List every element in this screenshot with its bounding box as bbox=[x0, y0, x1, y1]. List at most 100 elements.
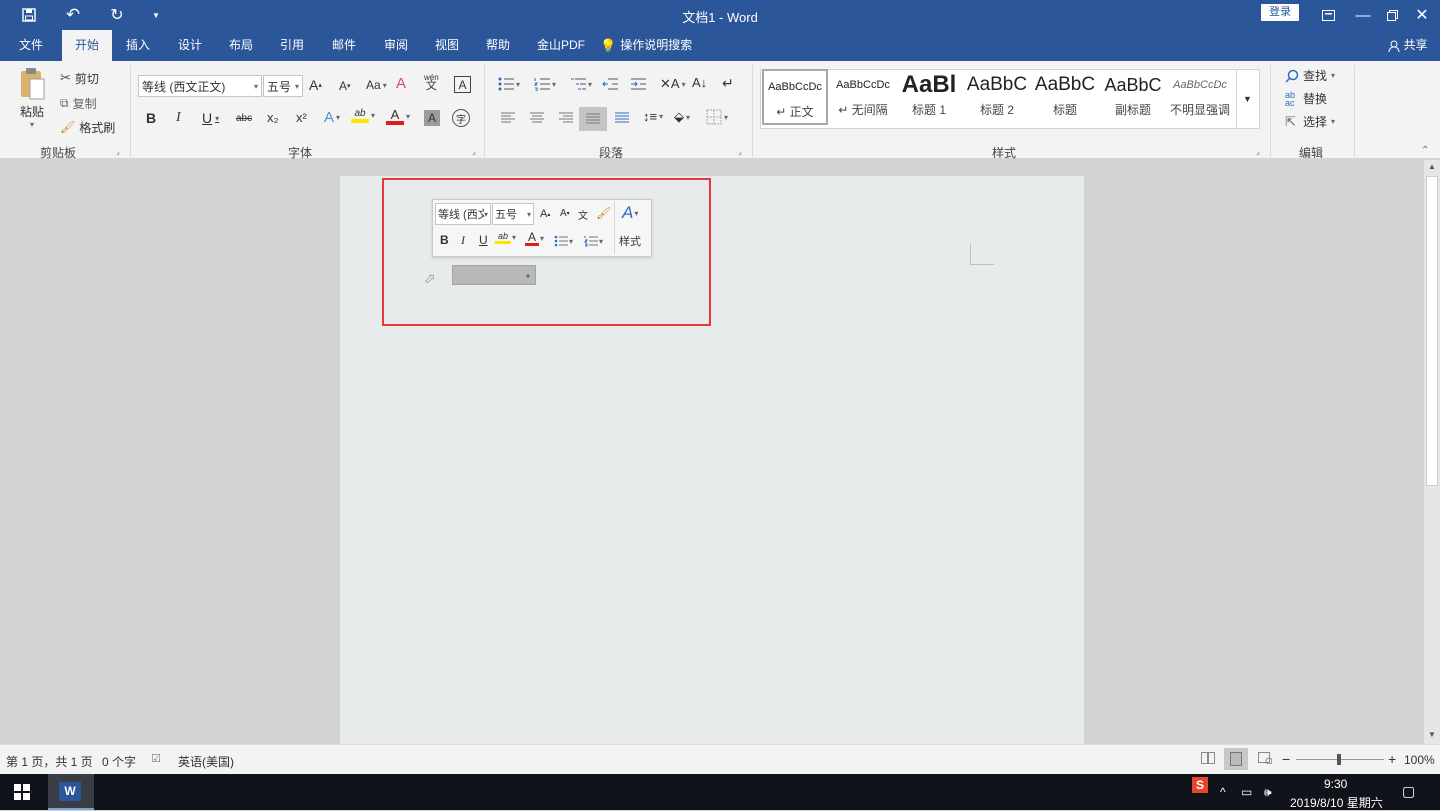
select-button[interactable]: ⇱ 选择 ▾ bbox=[1285, 113, 1335, 130]
italic-icon[interactable]: I bbox=[176, 110, 181, 126]
font-dialog-launcher-icon[interactable]: ⌟ bbox=[472, 147, 476, 156]
scroll-down-icon[interactable]: ▼ bbox=[1428, 730, 1436, 739]
highlight-color-button[interactable]: ab ▾ bbox=[351, 108, 375, 123]
grow-font-icon[interactable]: A ▴ bbox=[309, 77, 322, 93]
paste-button[interactable]: 粘贴 ▾ bbox=[14, 67, 50, 129]
web-layout-icon[interactable] bbox=[1258, 752, 1272, 764]
increase-indent-icon[interactable] bbox=[630, 77, 646, 91]
read-mode-icon[interactable] bbox=[1201, 752, 1215, 764]
justify-icon[interactable] bbox=[579, 107, 607, 131]
tab-review[interactable]: 审阅 bbox=[374, 30, 418, 61]
style-subtitle[interactable]: AaBbC 副标题 bbox=[1100, 69, 1166, 125]
language-indicator[interactable]: 英语(美国) bbox=[178, 753, 234, 770]
tab-help[interactable]: 帮助 bbox=[476, 30, 520, 61]
underline-icon[interactable]: U ▾ bbox=[202, 110, 219, 126]
style-heading-1[interactable]: AaBl 标题 1 bbox=[898, 69, 960, 125]
bullets-button[interactable]: ▾ bbox=[498, 77, 520, 91]
login-button[interactable]: 登录 bbox=[1261, 4, 1299, 21]
find-button[interactable]: 查找 ▾ bbox=[1285, 67, 1335, 84]
page-count[interactable]: 第 1 页，共 1 页 bbox=[6, 753, 93, 770]
format-painter-button[interactable]: 🖌 格式刷 bbox=[60, 118, 115, 136]
tab-file[interactable]: 文件 bbox=[8, 30, 54, 61]
align-left-icon[interactable] bbox=[500, 111, 516, 125]
decrease-indent-icon[interactable] bbox=[602, 77, 618, 91]
clear-formatting-icon[interactable]: A bbox=[396, 75, 406, 92]
bold-icon[interactable]: B bbox=[146, 110, 156, 126]
change-case-button[interactable]: Aa ▾ bbox=[366, 78, 387, 92]
show-hidden-icons-icon[interactable]: ^ bbox=[1220, 785, 1226, 799]
style-no-spacing[interactable]: AaBbCcDc ↵ 无间隔 bbox=[830, 69, 896, 125]
styles-dialog-launcher-icon[interactable]: ⌟ bbox=[1256, 147, 1260, 156]
close-icon[interactable]: ✕ bbox=[1410, 0, 1434, 30]
minimize-icon[interactable]: — bbox=[1348, 0, 1378, 30]
zoom-level[interactable]: 100% bbox=[1404, 753, 1435, 767]
zoom-in-icon[interactable]: + bbox=[1388, 751, 1396, 767]
word-app-icon: W bbox=[59, 782, 81, 801]
enclose-characters-icon[interactable]: 字 bbox=[452, 109, 470, 127]
notifications-icon[interactable]: ▢ bbox=[1402, 783, 1415, 800]
network-icon[interactable]: ▭ bbox=[1241, 785, 1252, 799]
align-right-icon[interactable] bbox=[558, 111, 574, 125]
align-center-icon[interactable] bbox=[529, 111, 545, 125]
collapse-ribbon-icon[interactable]: ⌃ bbox=[1421, 145, 1429, 156]
scroll-up-icon[interactable]: ▲ bbox=[1428, 162, 1436, 171]
print-layout-icon[interactable] bbox=[1224, 748, 1248, 770]
tab-layout[interactable]: 布局 bbox=[219, 30, 263, 61]
styles-more-icon[interactable]: ▼ bbox=[1236, 70, 1258, 128]
clipboard-dialog-launcher-icon[interactable]: ⌟ bbox=[116, 147, 120, 156]
line-spacing-button[interactable]: ↕≡ ▾ bbox=[643, 109, 663, 124]
font-name-dropdown[interactable]: 等线 (西文正文) ▾ bbox=[138, 75, 262, 97]
multilevel-list-button[interactable]: ▾ bbox=[570, 77, 592, 91]
paragraph-dialog-launcher-icon[interactable]: ⌟ bbox=[738, 147, 742, 156]
font-color-button[interactable]: A ▾ bbox=[386, 108, 410, 125]
style-heading-2[interactable]: AaBbC 标题 2 bbox=[964, 69, 1030, 125]
copy-button[interactable]: ⧉ 复制 bbox=[60, 94, 97, 112]
style-normal[interactable]: AaBbCcDc ↵ 正文 bbox=[762, 69, 828, 125]
scrollbar-thumb[interactable] bbox=[1426, 176, 1438, 486]
tab-references[interactable]: 引用 bbox=[270, 30, 314, 61]
character-shading-icon[interactable]: A bbox=[424, 110, 440, 126]
replace-button[interactable]: ab ac 替换 bbox=[1285, 90, 1327, 107]
cut-button[interactable]: ✂ 剪切 bbox=[60, 69, 99, 87]
zoom-slider-thumb[interactable] bbox=[1337, 754, 1341, 765]
tab-design[interactable]: 设计 bbox=[168, 30, 212, 61]
word-count[interactable]: 0 个字 bbox=[102, 753, 136, 770]
tab-home[interactable]: 开始 bbox=[62, 30, 112, 61]
chevron-down-icon: ▾ bbox=[588, 79, 593, 89]
subscript-icon[interactable]: x₂ bbox=[267, 110, 279, 125]
proofing-icon[interactable]: ☑ bbox=[151, 752, 161, 765]
style-title[interactable]: AaBbC 标题 bbox=[1032, 69, 1098, 125]
share-button[interactable]: 共享 bbox=[1384, 30, 1432, 61]
distributed-icon[interactable] bbox=[614, 111, 630, 125]
superscript-icon[interactable]: x² bbox=[296, 110, 307, 125]
font-size-dropdown[interactable]: 五号 ▾ bbox=[263, 75, 303, 97]
tab-mailings[interactable]: 邮件 bbox=[322, 30, 366, 61]
windows-start-icon[interactable] bbox=[14, 784, 30, 800]
tab-insert[interactable]: 插入 bbox=[116, 30, 160, 61]
sort-icon[interactable]: A↓ bbox=[692, 75, 707, 90]
show-formatting-marks-icon[interactable]: ↵ bbox=[722, 75, 734, 92]
shrink-font-icon[interactable]: A ▾ bbox=[339, 79, 351, 93]
text-effects-button[interactable]: A ▾ bbox=[324, 109, 340, 126]
strikethrough-icon[interactable]: abc bbox=[236, 113, 252, 124]
shading-button[interactable]: ⬙ ▾ bbox=[674, 109, 690, 125]
clock-date[interactable]: 2019/8/10 星期六 bbox=[1290, 794, 1383, 811]
tab-view[interactable]: 视图 bbox=[425, 30, 469, 61]
chinese-layout-button[interactable]: ✕A ▾ bbox=[660, 76, 686, 92]
numbering-button[interactable]: ▾ bbox=[534, 77, 556, 91]
zoom-out-icon[interactable]: − bbox=[1282, 751, 1290, 767]
character-border-icon[interactable]: A bbox=[454, 76, 471, 93]
clock-time[interactable]: 9:30 bbox=[1324, 777, 1347, 791]
volume-icon[interactable]: 🕪 bbox=[1264, 785, 1272, 800]
borders-button[interactable]: ▾ bbox=[706, 109, 728, 125]
style-subtle-emphasis[interactable]: AaBbCcDc 不明显强调 bbox=[1168, 69, 1232, 125]
sogou-ime-icon[interactable]: S bbox=[1192, 777, 1208, 793]
cursor-icon: ⇱ bbox=[1285, 113, 1296, 129]
tell-me-search[interactable]: 💡 操作说明搜索 bbox=[600, 30, 696, 61]
tab-kingsoft-pdf[interactable]: 金山PDF bbox=[532, 30, 590, 61]
restore-icon[interactable] bbox=[1380, 0, 1404, 30]
word-taskbar-button[interactable]: W bbox=[48, 774, 94, 810]
phonetic-guide-icon[interactable]: wén 文 bbox=[424, 73, 439, 92]
vertical-scrollbar[interactable]: ▲ ▼ bbox=[1424, 160, 1440, 744]
ribbon-display-options-icon[interactable] bbox=[1316, 0, 1340, 30]
